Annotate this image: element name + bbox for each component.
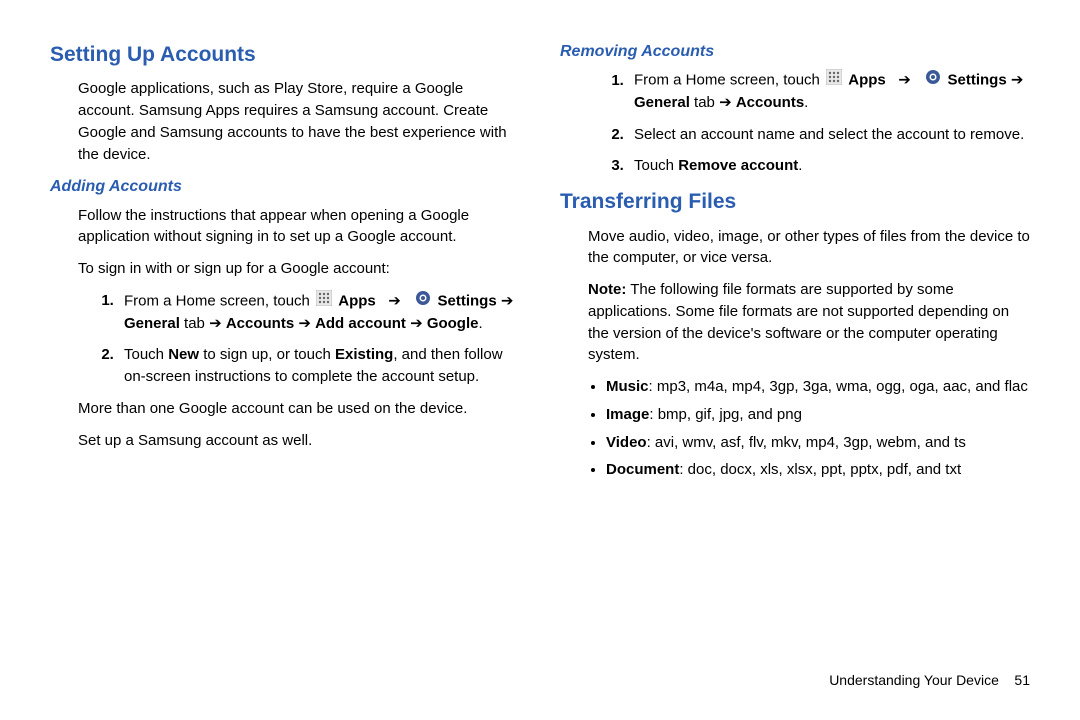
format-video: Video: avi, wmv, asf, flv, mkv, mp4, 3gp… — [606, 432, 1030, 454]
page-number: 51 — [1014, 672, 1030, 688]
format-label: Document — [606, 461, 679, 478]
format-image: Image: bmp, gif, jpg, and png — [606, 404, 1030, 426]
step-text: Touch — [634, 157, 678, 174]
format-value: : mp3, m4a, mp4, 3gp, 3ga, wma, ogg, oga… — [649, 378, 1028, 395]
settings-label: Settings — [948, 72, 1007, 89]
tab-word: tab — [690, 94, 719, 111]
transfer-p1: Move audio, video, image, or other types… — [588, 226, 1030, 270]
apps-label: Apps — [848, 72, 886, 89]
heading-setting-up-accounts: Setting Up Accounts — [50, 40, 520, 70]
adding-step-2: Touch New to sign up, or touch Existing,… — [118, 344, 520, 388]
tab-word: tab — [180, 315, 209, 332]
removing-step-2: Select an account name and select the ac… — [628, 124, 1030, 146]
intro-paragraph: Google applications, such as Play Store,… — [78, 78, 520, 165]
removing-steps: From a Home screen, touch Apps ➔ — [588, 69, 1030, 177]
accounts-label: Accounts — [736, 94, 804, 111]
adding-step-1: From a Home screen, touch Apps ➔ — [118, 290, 520, 335]
new-label: New — [168, 346, 199, 363]
heading-transferring-files: Transferring Files — [560, 187, 1030, 217]
removing-step-1: From a Home screen, touch Apps ➔ — [628, 69, 1030, 114]
settings-icon — [415, 290, 431, 313]
settings-icon — [925, 69, 941, 92]
subheading-adding-accounts: Adding Accounts — [50, 175, 520, 198]
page-footer: Understanding Your Device 51 — [829, 670, 1030, 690]
subheading-removing-accounts: Removing Accounts — [560, 40, 1030, 63]
adding-p1: Follow the instructions that appear when… — [78, 205, 520, 249]
apps-icon — [826, 69, 842, 92]
remove-account-label: Remove account — [678, 157, 798, 174]
transfer-note: Note: The following file formats are sup… — [588, 279, 1030, 366]
adding-steps: From a Home screen, touch Apps ➔ — [78, 290, 520, 388]
add-account-label: Add account — [315, 315, 406, 332]
format-value: : avi, wmv, asf, flv, mkv, mp4, 3gp, web… — [647, 434, 966, 451]
format-label: Image — [606, 406, 649, 423]
format-value: : doc, docx, xls, xlsx, ppt, pptx, pdf, … — [679, 461, 961, 478]
format-document: Document: doc, docx, xls, xlsx, ppt, ppt… — [606, 459, 1030, 481]
note-text: The following file formats are supported… — [588, 281, 1009, 363]
format-list: Music: mp3, m4a, mp4, 3gp, 3ga, wma, ogg… — [588, 376, 1030, 481]
step-text: Touch — [124, 346, 168, 363]
step-text: From a Home screen, touch — [124, 292, 314, 309]
google-label: Google — [427, 315, 479, 332]
removing-step-3: Touch Remove account. — [628, 155, 1030, 177]
note-label: Note: — [588, 281, 626, 298]
apps-label: Apps — [338, 292, 376, 309]
format-value: : bmp, gif, jpg, and png — [649, 406, 802, 423]
adding-p2: To sign in with or sign up for a Google … — [78, 258, 520, 280]
format-music: Music: mp3, m4a, mp4, 3gp, 3ga, wma, ogg… — [606, 376, 1030, 398]
adding-p3: More than one Google account can be used… — [78, 398, 520, 420]
general-label: General — [634, 94, 690, 111]
format-label: Music — [606, 378, 649, 395]
footer-section: Understanding Your Device — [829, 672, 999, 688]
adding-p4: Set up a Samsung account as well. — [78, 430, 520, 452]
general-label: General — [124, 315, 180, 332]
settings-label: Settings — [438, 292, 497, 309]
step-text: From a Home screen, touch — [634, 72, 824, 89]
step-text: to sign up, or touch — [199, 346, 335, 363]
apps-icon — [316, 290, 332, 313]
existing-label: Existing — [335, 346, 393, 363]
format-label: Video — [606, 434, 647, 451]
accounts-label: Accounts — [226, 315, 294, 332]
